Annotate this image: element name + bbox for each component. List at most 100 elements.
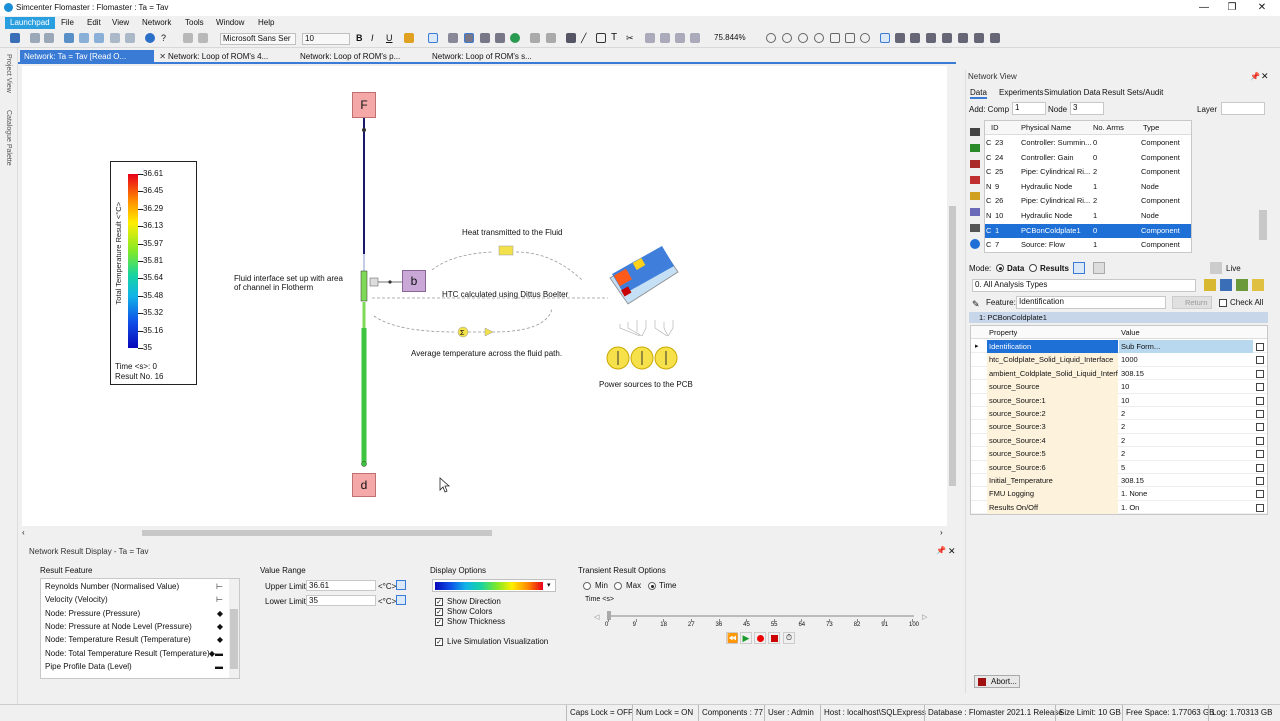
feature-input[interactable]: Identification [1016, 296, 1166, 309]
minimize-button[interactable]: — [1192, 1, 1216, 14]
layout-icon[interactable] [880, 33, 890, 43]
property-checkbox[interactable] [1256, 369, 1264, 378]
property-value[interactable]: 5 [1119, 461, 1253, 474]
distribute-icon[interactable] [910, 33, 920, 43]
property-checkbox[interactable] [1256, 490, 1264, 499]
live-icon[interactable] [1210, 262, 1222, 274]
component-scroll-thumb[interactable] [1259, 210, 1267, 240]
menu-network[interactable]: Network [138, 17, 175, 29]
image-icon[interactable] [566, 33, 576, 43]
sideicon-info-icon[interactable] [970, 239, 980, 249]
vscroll-thumb[interactable] [949, 206, 956, 486]
nv-tab-experiments[interactable]: Experiments [999, 88, 1043, 97]
node-b-block[interactable]: b [402, 270, 426, 292]
copy-icon[interactable] [79, 33, 89, 43]
return-button[interactable]: Return [1172, 296, 1212, 309]
network-canvas[interactable]: Total Temperature Result <°C> 36.61 36.45… [22, 66, 952, 526]
canvas-horizontal-scrollbar[interactable]: ‹ › [22, 527, 952, 539]
menu-help[interactable]: Help [254, 17, 278, 29]
property-row[interactable]: ambient_Coldplate_Solid_Liquid_Interf...… [971, 366, 1267, 381]
close-button[interactable]: ✕ [1250, 1, 1274, 14]
property-checkbox[interactable] [1256, 450, 1264, 459]
property-value[interactable]: 10 [1119, 394, 1253, 407]
max-radio[interactable] [614, 582, 622, 590]
result-feature-item[interactable]: Reynolds Number (Normalised Value) ⊢ [45, 580, 225, 593]
upper-limit-input[interactable]: 36.61 [306, 580, 376, 591]
property-value[interactable]: 2 [1119, 407, 1253, 420]
save-icon[interactable] [10, 33, 20, 43]
project-view-tab[interactable]: Project View [5, 54, 12, 93]
property-value[interactable]: 308.15 [1119, 474, 1253, 487]
tab-network-loop-s[interactable]: Network: Loop of ROM's s... [428, 50, 554, 64]
menu-tools[interactable]: Tools [181, 17, 208, 29]
network-view-close-icon[interactable]: ✕ [1261, 71, 1269, 82]
tool-a-icon[interactable] [183, 33, 193, 43]
property-row[interactable]: source_Source:2 2 [971, 407, 1267, 421]
property-value[interactable]: 10 [1119, 380, 1253, 393]
tool-j-icon[interactable] [690, 33, 700, 43]
sideicon-a-icon[interactable] [970, 128, 980, 136]
component-row[interactable]: C 24 Controller: Gain 0 Component [985, 151, 1191, 166]
tool-d-icon[interactable] [495, 33, 505, 43]
property-row[interactable]: source_Source:3 2 [971, 420, 1267, 434]
show-direction-checkbox[interactable]: ✓ [435, 598, 443, 606]
timer-button[interactable]: ⏱ [783, 632, 795, 644]
view-list-icon[interactable] [1073, 262, 1085, 274]
slider-left-arrow[interactable]: ◁ [594, 613, 599, 621]
property-value[interactable]: Sub Form... [1119, 340, 1253, 354]
zoom-select[interactable]: 75.844% [712, 33, 762, 45]
live-select[interactable]: Live [1226, 264, 1241, 273]
sideicon-g-icon[interactable] [970, 224, 980, 232]
zoom-out-icon[interactable] [782, 33, 792, 43]
canvas-vertical-scrollbar[interactable] [947, 66, 958, 526]
list-scrollbar[interactable] [229, 579, 239, 678]
prop-tool-c-icon[interactable] [1236, 279, 1248, 291]
property-row[interactable]: htc_Coldplate_Solid_Liquid_Interface 1000 [971, 353, 1267, 367]
order-icon[interactable] [958, 33, 968, 43]
nv-tab-simulation-data[interactable]: Simulation Data [1044, 88, 1100, 97]
menu-edit[interactable]: Edit [83, 17, 105, 29]
check-all-checkbox[interactable] [1219, 299, 1227, 307]
property-row[interactable]: ▸ Identification Sub Form... [971, 340, 1267, 354]
pan-icon[interactable] [860, 33, 870, 43]
menu-file[interactable]: File [57, 17, 78, 29]
snap-icon[interactable] [464, 33, 474, 43]
property-value[interactable]: 2 [1119, 434, 1253, 447]
rewind-button[interactable]: ⏪ [726, 632, 738, 644]
menu-window[interactable]: Window [212, 17, 248, 29]
node-select[interactable]: 3 [1070, 102, 1104, 115]
show-colors-checkbox[interactable]: ✓ [435, 608, 443, 616]
group-icon[interactable] [926, 33, 936, 43]
abort-button[interactable]: Abort... [974, 675, 1020, 688]
result-feature-item[interactable]: Node: Pressure at Node Level (Pressure) ◆ [45, 620, 225, 633]
sideicon-f-icon[interactable] [970, 208, 980, 216]
ungroup-icon[interactable] [942, 33, 952, 43]
text-icon[interactable]: T [611, 33, 621, 43]
menu-launchpad[interactable]: Launchpad [5, 17, 55, 29]
zoom-page-icon[interactable] [830, 33, 840, 43]
zoom-fit-icon[interactable] [814, 33, 824, 43]
zoom-window-icon[interactable] [798, 33, 808, 43]
redo-icon[interactable] [125, 33, 135, 43]
tab-network-ta-tav[interactable]: Network: Ta = Tav [Read O... ✕ [20, 50, 166, 64]
sideicon-d-icon[interactable] [970, 176, 980, 184]
sideicon-e-icon[interactable] [970, 192, 980, 200]
lower-limit-input[interactable]: 35 [306, 595, 376, 606]
property-row[interactable]: FMU Logging 1. None [971, 487, 1267, 501]
property-row[interactable]: source_Source:1 10 [971, 393, 1267, 407]
pointer-icon[interactable] [428, 33, 438, 43]
prop-tool-a-icon[interactable] [1204, 279, 1216, 291]
rectangle-icon[interactable] [596, 33, 606, 43]
property-checkbox[interactable] [1256, 503, 1264, 512]
tool-h-icon[interactable] [660, 33, 670, 43]
zoom-extents-icon[interactable] [845, 33, 855, 43]
prop-tool-b-icon[interactable] [1220, 279, 1232, 291]
property-row[interactable]: source_Source:6 5 [971, 460, 1267, 474]
property-checkbox[interactable] [1256, 396, 1264, 405]
arrange-icon[interactable] [974, 33, 984, 43]
tab-network-loop-p[interactable]: Network: Loop of ROM's p... [296, 50, 422, 64]
lower-limit-button[interactable] [396, 595, 406, 605]
sideicon-b-icon[interactable] [970, 144, 980, 152]
italic-icon[interactable]: I [371, 33, 381, 43]
live-sim-checkbox[interactable]: ✓ [435, 638, 443, 646]
